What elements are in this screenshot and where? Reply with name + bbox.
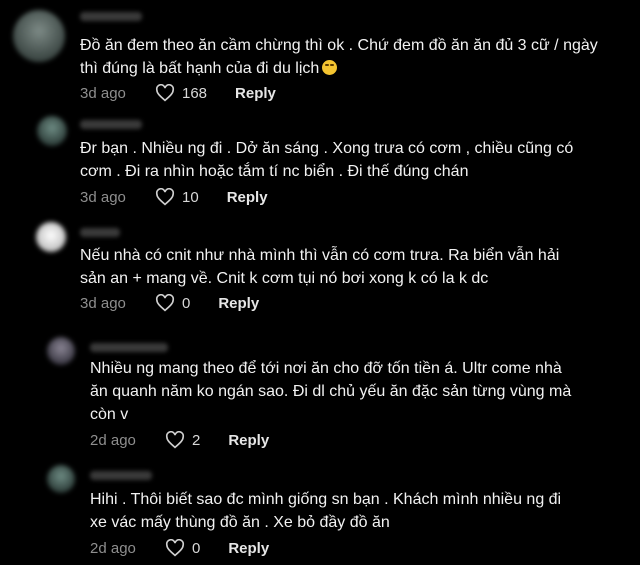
like-button[interactable]: 0 xyxy=(155,294,190,312)
username[interactable] xyxy=(90,343,168,352)
comment-item: Hihi . Thôi biết sao đc mình giống sn bạ… xyxy=(0,461,640,565)
timestamp: 3d ago xyxy=(80,294,126,312)
laughing-emoji-icon xyxy=(322,60,338,75)
comment-text: Đồ ăn đem theo ăn cầm chừng thì ok . Chứ… xyxy=(80,34,598,80)
reply-button[interactable]: Reply xyxy=(227,189,268,206)
comment-text-line: ăn quanh năm ko ngán sao. Đi dl chủ yếu … xyxy=(90,383,572,400)
comment-text-line: thì đúng là bất hạnh của đi du lịch xyxy=(80,60,320,77)
comment-text: Đr bạn . Nhiều ng đi . Dở ăn sáng . Xong… xyxy=(80,137,573,183)
timestamp: 3d ago xyxy=(80,84,126,102)
avatar[interactable] xyxy=(13,10,65,62)
comment-text-line: Đr bạn . Nhiều ng đi . Dở ăn sáng . Xong… xyxy=(80,140,574,157)
avatar[interactable] xyxy=(47,337,75,365)
avatar[interactable] xyxy=(36,222,66,252)
reply-button[interactable]: Reply xyxy=(235,85,276,102)
comment-meta: 3d ago 10 Reply xyxy=(80,186,268,208)
comment-meta: 3d ago 168 Reply xyxy=(80,82,276,104)
like-button[interactable]: 0 xyxy=(165,539,200,557)
heart-icon xyxy=(155,294,175,312)
comment-text-line: thì đúng là bất hạnh của đi du lịch xyxy=(80,57,598,80)
avatar[interactable] xyxy=(37,116,67,146)
timestamp: 2d ago xyxy=(90,431,136,449)
heart-icon xyxy=(155,84,175,102)
comment-text-line: sản an + mang về. Cnit k cơm tụi nó bơi … xyxy=(80,270,489,287)
like-count: 168 xyxy=(182,84,208,102)
comment-text-line: Hihi . Thôi biết sao đc mình giống sn bạ… xyxy=(90,491,562,508)
like-count: 10 xyxy=(182,188,199,206)
heart-icon xyxy=(155,188,175,206)
comment-meta: 2d ago 2 Reply xyxy=(90,429,269,451)
username[interactable] xyxy=(80,120,142,129)
comment-text-line: Nhiều ng mang theo để tới nơi ăn cho đỡ … xyxy=(90,360,562,377)
timestamp: 3d ago xyxy=(80,188,126,206)
avatar[interactable] xyxy=(47,465,75,493)
comment-text-line: Đồ ăn đem theo ăn cầm chừng thì ok . Chứ… xyxy=(80,37,598,54)
like-button[interactable]: 2 xyxy=(165,431,200,449)
comment-item: Nhiều ng mang theo để tới nơi ăn cho đỡ … xyxy=(0,333,640,458)
comment-item: Nếu nhà có cnit như nhà mình thì vẫn có … xyxy=(0,220,640,330)
like-count: 2 xyxy=(192,431,201,449)
like-button[interactable]: 10 xyxy=(155,188,199,206)
username[interactable] xyxy=(80,228,120,237)
reply-button[interactable]: Reply xyxy=(218,295,259,312)
heart-icon xyxy=(165,539,185,557)
comment-text: Nhiều ng mang theo để tới nơi ăn cho đỡ … xyxy=(90,357,571,426)
comment-text-line: cơm . Đi ra nhìn hoặc tắm tí nc biển . Đ… xyxy=(80,163,469,180)
reply-button[interactable]: Reply xyxy=(228,432,269,449)
like-count: 0 xyxy=(182,294,191,312)
username[interactable] xyxy=(90,471,152,480)
comment-text: Hihi . Thôi biết sao đc mình giống sn bạ… xyxy=(90,488,561,534)
comment-text-line: xe vác mấy thùng đồ ăn . Xe bỏ đầy đồ ăn xyxy=(90,514,390,531)
comment-item: Đr bạn . Nhiều ng đi . Dở ăn sáng . Xong… xyxy=(0,110,640,220)
comment-meta: 2d ago 0 Reply xyxy=(90,537,269,559)
comment-text-line: còn v xyxy=(90,406,129,423)
like-count: 0 xyxy=(192,539,201,557)
like-button[interactable]: 168 xyxy=(155,84,207,102)
timestamp: 2d ago xyxy=(90,539,136,557)
comment-item: Đồ ăn đem theo ăn cầm chừng thì ok . Chứ… xyxy=(0,0,640,110)
username[interactable] xyxy=(80,12,142,21)
comment-text: Nếu nhà có cnit như nhà mình thì vẫn có … xyxy=(80,244,559,290)
comment-text-line: Nếu nhà có cnit như nhà mình thì vẫn có … xyxy=(80,247,560,264)
comment-meta: 3d ago 0 Reply xyxy=(80,292,259,314)
reply-button[interactable]: Reply xyxy=(228,540,269,557)
heart-icon xyxy=(165,431,185,449)
